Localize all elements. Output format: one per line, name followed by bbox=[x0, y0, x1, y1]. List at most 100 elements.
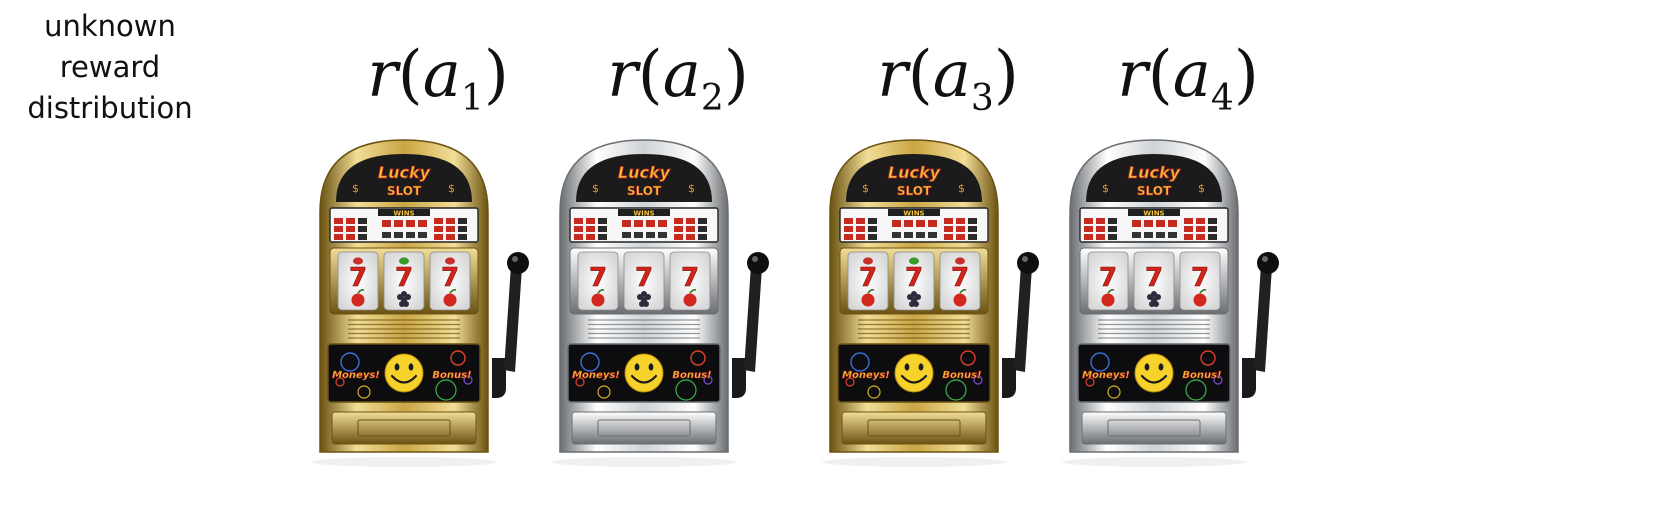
reel-1: 7 bbox=[337, 251, 379, 311]
paytable-cell bbox=[346, 226, 355, 232]
smiley-icon bbox=[1134, 353, 1174, 393]
paytable-cell bbox=[598, 226, 607, 232]
paytable-cell bbox=[1184, 234, 1193, 240]
paytable-cell bbox=[686, 226, 695, 232]
paytable-cell bbox=[446, 226, 455, 232]
paytable-cell bbox=[844, 226, 853, 232]
sign-text-slot: SLOT bbox=[897, 184, 932, 198]
paytable-cell bbox=[1084, 234, 1093, 240]
paytable-cell bbox=[1084, 218, 1093, 224]
paytable-cell bbox=[1108, 226, 1117, 232]
paytable-cell bbox=[868, 218, 877, 224]
reel-symbol-seven: 7 bbox=[859, 263, 877, 293]
paytable-cell bbox=[1196, 218, 1205, 224]
paytable-cell bbox=[1096, 234, 1105, 240]
reel-3: 7 bbox=[429, 251, 471, 311]
paytable-cell bbox=[334, 218, 343, 224]
paytable-cell bbox=[1184, 218, 1193, 224]
smiley-icon bbox=[624, 353, 664, 393]
dollar-icon: $ bbox=[1198, 182, 1205, 195]
apple-icon bbox=[591, 293, 605, 307]
paytable-cell bbox=[956, 234, 965, 240]
lever-icon[interactable] bbox=[1242, 252, 1279, 398]
dollar-icon: $ bbox=[352, 182, 359, 195]
smiley-icon bbox=[384, 353, 424, 393]
reel-2: 7 bbox=[893, 251, 935, 311]
paytable-cell bbox=[358, 226, 367, 232]
sign-text-slot: SLOT bbox=[1137, 184, 1172, 198]
slot-machine-arm-3[interactable]: r(a3) Lucky SLOT $ $ WINS 7 7 7 Moneys! … bbox=[822, 30, 1068, 500]
lever-icon[interactable] bbox=[1002, 252, 1039, 398]
paytable-cell bbox=[574, 218, 583, 224]
apple-icon bbox=[861, 293, 875, 307]
paytable-cell bbox=[968, 218, 977, 224]
action-index: 3 bbox=[970, 78, 994, 119]
panel-text-left: Moneys! bbox=[332, 370, 380, 381]
dollar-icon: $ bbox=[592, 182, 599, 195]
paytable-cell bbox=[334, 226, 343, 232]
panel-text-left: Moneys! bbox=[572, 370, 620, 381]
panel-text-right: Bonus! bbox=[672, 370, 711, 381]
paytable-cell bbox=[1184, 226, 1193, 232]
label-line-distribution: distribution bbox=[27, 91, 193, 125]
slot-machine-arm-2[interactable]: r(a2) Lucky SLOT $ $ WINS 7 7 7 Moneys! … bbox=[552, 30, 798, 500]
paytable-cell bbox=[574, 226, 583, 232]
sign-text-lucky: Lucky bbox=[378, 163, 431, 182]
paytable-cell bbox=[698, 218, 707, 224]
reel-symbol-seven: 7 bbox=[395, 263, 413, 293]
dollar-icon: $ bbox=[688, 182, 695, 195]
lever-icon[interactable] bbox=[732, 252, 769, 398]
lever-icon[interactable] bbox=[492, 252, 529, 398]
apple-icon bbox=[1193, 293, 1207, 307]
reward-function-label: r(a3) bbox=[877, 38, 1019, 119]
apple-icon bbox=[1101, 293, 1115, 307]
slot-machine-illustration: Lucky SLOT $ $ WINS 777 Moneys! Bonus! bbox=[552, 139, 769, 467]
reels: 777 bbox=[577, 251, 711, 311]
dollar-icon: $ bbox=[1102, 182, 1109, 195]
slot-machine-arm-4[interactable]: r(a4) Lucky SLOT $ $ WINS 7 7 7 Moneys! … bbox=[1062, 30, 1308, 500]
paytable-cell bbox=[868, 234, 877, 240]
paytable-cell bbox=[434, 234, 443, 240]
reward-function-name: r bbox=[877, 38, 908, 112]
sign-text-lucky: Lucky bbox=[888, 163, 941, 182]
sign-text-lucky: Lucky bbox=[618, 163, 671, 182]
reward-function-name: r bbox=[1117, 38, 1148, 112]
paytable-cell bbox=[434, 218, 443, 224]
apple-icon bbox=[443, 293, 457, 307]
paytable-cell bbox=[686, 234, 695, 240]
cabinet-base bbox=[331, 411, 477, 445]
paytable-cell bbox=[446, 234, 455, 240]
slot-machine-arm-1[interactable]: r(a1) Lucky SLOT $ $ WINS 7 7 7 Moneys! … bbox=[312, 30, 558, 500]
paytable-cell bbox=[956, 218, 965, 224]
paytable-cell bbox=[346, 218, 355, 224]
reel-1: 7 bbox=[847, 251, 889, 311]
paytable-cell bbox=[586, 218, 595, 224]
reel-symbol-seven: 7 bbox=[589, 263, 607, 293]
paytable-cell bbox=[844, 218, 853, 224]
action-symbol: a bbox=[1172, 38, 1211, 112]
paytable-cell bbox=[944, 226, 953, 232]
reel-2: 7 bbox=[1133, 251, 1175, 311]
paytable-cell bbox=[944, 218, 953, 224]
paytable-cell bbox=[458, 218, 467, 224]
smiley-icon bbox=[894, 353, 934, 393]
apple-icon bbox=[683, 293, 697, 307]
reward-function-name: r bbox=[607, 38, 638, 112]
action-symbol: a bbox=[662, 38, 701, 112]
paytable-cell bbox=[458, 234, 467, 240]
paytable-title: WINS bbox=[393, 210, 414, 218]
paytable-cell bbox=[334, 234, 343, 240]
reel-1: 7 bbox=[1087, 251, 1129, 311]
paytable-cell bbox=[698, 234, 707, 240]
action-symbol: a bbox=[422, 38, 461, 112]
paytable-cell bbox=[1096, 218, 1105, 224]
paytable-title: WINS bbox=[633, 210, 654, 218]
dollar-icon: $ bbox=[862, 182, 869, 195]
reward-function-label: r(a4) bbox=[1117, 38, 1259, 119]
paytable-title: WINS bbox=[903, 210, 924, 218]
reel-2: 7 bbox=[623, 251, 665, 311]
paytable-cell bbox=[698, 226, 707, 232]
paytable-cell bbox=[586, 234, 595, 240]
action-index: 1 bbox=[460, 78, 484, 119]
paytable-cell bbox=[1084, 226, 1093, 232]
